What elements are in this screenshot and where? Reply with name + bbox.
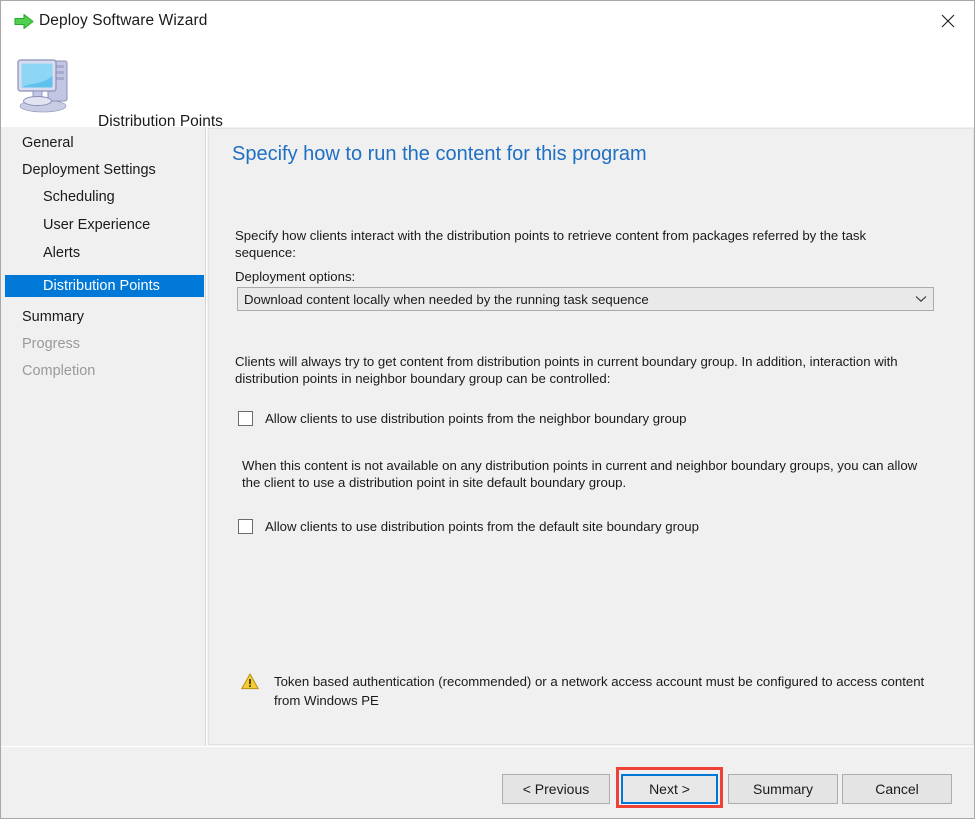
- default-boundary-paragraph: When this content is not available on an…: [242, 458, 918, 490]
- checkbox-neighbor-boundary-group[interactable]: Allow clients to use distribution points…: [238, 411, 687, 426]
- previous-button[interactable]: < Previous: [502, 774, 610, 804]
- next-button[interactable]: Next >: [621, 774, 718, 804]
- content-heading: Specify how to run the content for this …: [232, 143, 647, 165]
- checkbox-default-site-boundary-group[interactable]: Allow clients to use distribution points…: [238, 519, 699, 534]
- summary-button[interactable]: Summary: [728, 774, 838, 804]
- checkbox-label: Allow clients to use distribution points…: [265, 411, 687, 426]
- sidebar-item-label: Summary: [22, 309, 85, 325]
- wizard-header: Distribution Points: [1, 42, 974, 130]
- sidebar-item-label: Deployment Settings: [22, 162, 156, 178]
- content-panel: Specify how to run the content for this …: [207, 127, 974, 746]
- cancel-button[interactable]: Cancel: [842, 774, 952, 804]
- wizard-sidebar: General Deployment Settings Scheduling U…: [1, 127, 206, 746]
- sidebar-item-deployment-settings[interactable]: Deployment Settings: [5, 159, 204, 181]
- warning-message: Token based authentication (recommended)…: [240, 672, 941, 710]
- sidebar-item-summary[interactable]: Summary: [5, 306, 204, 328]
- sidebar-item-alerts[interactable]: Alerts: [5, 242, 204, 264]
- sidebar-item-label: Scheduling: [43, 189, 115, 205]
- sidebar-item-label: Distribution Points: [43, 278, 160, 294]
- warning-text: Token based authentication (recommended)…: [274, 674, 925, 708]
- intro-text: Specify how clients interact with the di…: [235, 228, 867, 260]
- checkbox-label: Allow clients to use distribution points…: [265, 519, 699, 534]
- deploy-software-wizard-window: Deploy Software Wizard Distribution Poin…: [0, 0, 975, 819]
- deployment-options-value: Download content locally when needed by …: [244, 291, 649, 307]
- deployment-options-dropdown[interactable]: Download content locally when needed by …: [237, 287, 934, 311]
- sidebar-item-scheduling[interactable]: Scheduling: [5, 186, 204, 208]
- deployment-options-label: Deployment options:: [235, 269, 356, 284]
- close-icon[interactable]: [926, 5, 970, 37]
- window-title: Deploy Software Wizard: [39, 12, 208, 29]
- boundary-group-paragraph: Clients will always try to get content f…: [235, 354, 898, 386]
- sidebar-item-general[interactable]: General: [5, 132, 204, 154]
- checkbox-box[interactable]: [238, 519, 253, 534]
- sidebar-item-label: Completion: [22, 363, 96, 379]
- sidebar-item-label: Alerts: [43, 245, 81, 261]
- checkbox-box[interactable]: [238, 411, 253, 426]
- sidebar-item-progress: Progress: [5, 333, 204, 355]
- sidebar-item-label: General: [22, 135, 74, 151]
- chevron-down-icon: [909, 295, 933, 303]
- sidebar-item-completion: Completion: [5, 360, 204, 382]
- footer-bar: < Previous Next > Summary Cancel: [1, 747, 974, 818]
- sidebar-item-distribution-points[interactable]: Distribution Points: [5, 275, 204, 297]
- sidebar-item-label: User Experience: [43, 217, 151, 233]
- content-panel-inner: Specify how to run the content for this …: [208, 128, 974, 745]
- green-right-arrow-icon: [14, 13, 34, 30]
- warning-triangle-icon: [240, 672, 260, 690]
- computer-icon: [15, 52, 79, 114]
- sidebar-item-user-experience[interactable]: User Experience: [5, 214, 204, 236]
- sidebar-item-label: Progress: [22, 336, 81, 352]
- title-bar: Deploy Software Wizard: [1, 1, 974, 42]
